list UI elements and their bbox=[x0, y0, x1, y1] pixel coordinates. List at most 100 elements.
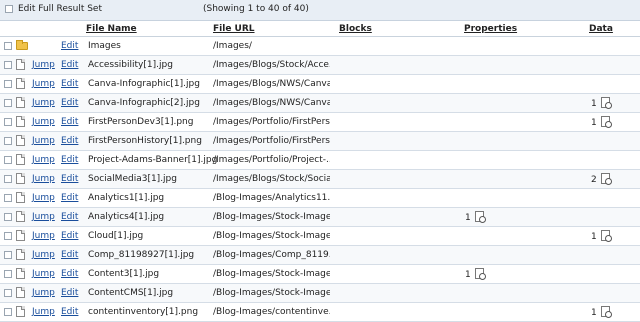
edit-link[interactable]: Edit bbox=[61, 250, 78, 260]
table-row: Jump Edit FirstPersonHistory[1].png/Images… bbox=[0, 132, 640, 151]
edit-link[interactable]: Edit bbox=[61, 60, 78, 70]
table-row: Jump Edit Comp_81198927[1].jpg/Blog-Images… bbox=[0, 246, 640, 265]
file-url: /Images/Blogs/Stock/Acce... bbox=[213, 60, 330, 70]
data-cell: 1 bbox=[591, 230, 612, 242]
jump-link[interactable]: Jump bbox=[32, 288, 55, 298]
data-cell: 1 bbox=[591, 97, 612, 109]
edit-link[interactable]: Edit bbox=[61, 288, 78, 298]
file-url: /Images/Portfolio/FirstPers... bbox=[213, 136, 330, 146]
file-name: Content3[1].jpg bbox=[88, 269, 160, 279]
file-name: Cloud[1].jpg bbox=[88, 231, 144, 241]
jump-link[interactable]: Jump bbox=[32, 174, 55, 184]
edit-link[interactable]: Edit bbox=[61, 136, 78, 146]
properties-cell: 1 bbox=[465, 268, 486, 280]
view-data-icon[interactable] bbox=[600, 230, 612, 242]
file-url: /Blog-Images/Stock-Image... bbox=[213, 269, 330, 279]
edit-link[interactable]: Edit bbox=[61, 193, 78, 203]
row-checkbox[interactable] bbox=[4, 61, 12, 69]
column-header-blocks[interactable]: Blocks bbox=[339, 24, 372, 34]
edit-link[interactable]: Edit bbox=[61, 212, 78, 222]
file-name: contentinventory[1].png bbox=[88, 307, 199, 317]
file-url: /Images/Portfolio/FirstPers... bbox=[213, 117, 330, 127]
file-url: /Blog-Images/Stock-Image... bbox=[213, 212, 330, 222]
table-row: Jump Edit Cloud[1].jpg/Blog-Images/Stock-I… bbox=[0, 227, 640, 246]
jump-link[interactable]: Jump bbox=[32, 79, 55, 89]
column-header-properties[interactable]: Properties bbox=[464, 24, 517, 34]
file-url: /Blog-Images/Analytics11... bbox=[213, 193, 330, 203]
jump-link[interactable]: Jump bbox=[32, 136, 55, 146]
jump-link[interactable]: Jump bbox=[32, 60, 55, 70]
jump-link[interactable]: Jump bbox=[32, 307, 55, 317]
edit-link[interactable]: Edit bbox=[61, 117, 78, 127]
column-header-file-name[interactable]: File Name bbox=[86, 24, 137, 34]
row-checkbox[interactable] bbox=[4, 213, 12, 221]
result-count: (Showing 1 to 40 of 40) bbox=[203, 4, 309, 14]
toolbar: Edit Full Result Set (Showing 1 to 40 of… bbox=[0, 0, 640, 21]
jump-link[interactable]: Jump bbox=[32, 212, 55, 222]
jump-link[interactable]: Jump bbox=[32, 269, 55, 279]
jump-link[interactable]: Jump bbox=[32, 250, 55, 260]
file-url: /Blog-Images/Stock-Image... bbox=[213, 288, 330, 298]
table-row: Jump Edit Canva-Infographic[2].jpg/Images/… bbox=[0, 94, 640, 113]
table-row: Jump Edit Accessibility[1].jpg/Images/Blog… bbox=[0, 56, 640, 75]
column-header-data[interactable]: Data bbox=[589, 24, 613, 34]
properties-cell: 1 bbox=[465, 211, 486, 223]
column-header-file-url[interactable]: File URL bbox=[213, 24, 255, 34]
row-checkbox[interactable] bbox=[4, 156, 12, 164]
edit-full-checkbox[interactable] bbox=[5, 5, 13, 13]
edit-link[interactable]: Edit bbox=[61, 41, 78, 51]
row-checkbox[interactable] bbox=[4, 270, 12, 278]
jump-link[interactable]: Jump bbox=[32, 117, 55, 127]
table-row: Jump Edit Canva-Infographic[1].jpg/Images/… bbox=[0, 75, 640, 94]
jump-link[interactable]: Jump bbox=[32, 155, 55, 165]
properties-count: 1 bbox=[465, 270, 471, 280]
jump-link[interactable]: Jump bbox=[32, 231, 55, 241]
edit-link[interactable]: Edit bbox=[61, 231, 78, 241]
row-checkbox[interactable] bbox=[4, 194, 12, 202]
row-checkbox[interactable] bbox=[4, 137, 12, 145]
row-checkbox[interactable] bbox=[4, 251, 12, 259]
view-properties-icon[interactable] bbox=[474, 268, 486, 280]
jump-link[interactable]: Jump bbox=[32, 98, 55, 108]
file-name: Analytics1[1].jpg bbox=[88, 193, 165, 203]
document-icon bbox=[16, 287, 25, 298]
edit-full-result-set-label[interactable]: Edit Full Result Set bbox=[18, 4, 102, 14]
row-checkbox[interactable] bbox=[4, 175, 12, 183]
row-checkbox[interactable] bbox=[4, 99, 12, 107]
jump-link[interactable]: Jump bbox=[32, 193, 55, 203]
view-data-icon[interactable] bbox=[600, 116, 612, 128]
file-name: Analytics4[1].jpg bbox=[88, 212, 165, 222]
view-data-icon[interactable] bbox=[600, 306, 612, 318]
document-icon bbox=[16, 268, 25, 279]
edit-link[interactable]: Edit bbox=[61, 269, 78, 279]
table-row: Edit Images/Images/ bbox=[0, 37, 640, 56]
edit-link[interactable]: Edit bbox=[61, 307, 78, 317]
row-checkbox[interactable] bbox=[4, 308, 12, 316]
table-row: Jump Edit Project-Adams-Banner[1].jpg/Imag… bbox=[0, 151, 640, 170]
file-name: Project-Adams-Banner[1].jpg bbox=[88, 155, 218, 165]
table-row: Jump Edit Analytics1[1].jpg/Blog-Images/An… bbox=[0, 189, 640, 208]
edit-link[interactable]: Edit bbox=[61, 98, 78, 108]
table-row: Jump Edit SocialMedia3[1].jpg/Images/Blogs… bbox=[0, 170, 640, 189]
data-count: 1 bbox=[591, 99, 597, 109]
row-checkbox[interactable] bbox=[4, 289, 12, 297]
table-row: Jump Edit contentinventory[1].png/Blog-Ima… bbox=[0, 303, 640, 322]
file-name: ContentCMS[1].jpg bbox=[88, 288, 174, 298]
edit-link[interactable]: Edit bbox=[61, 155, 78, 165]
row-checkbox[interactable] bbox=[4, 232, 12, 240]
row-checkbox[interactable] bbox=[4, 118, 12, 126]
edit-link[interactable]: Edit bbox=[61, 79, 78, 89]
view-properties-icon[interactable] bbox=[474, 211, 486, 223]
view-data-icon[interactable] bbox=[600, 173, 612, 185]
edit-link[interactable]: Edit bbox=[61, 174, 78, 184]
document-icon bbox=[16, 173, 25, 184]
document-icon bbox=[16, 59, 25, 70]
data-cell: 1 bbox=[591, 116, 612, 128]
document-icon bbox=[16, 154, 25, 165]
view-data-icon[interactable] bbox=[600, 97, 612, 109]
data-count: 1 bbox=[591, 118, 597, 128]
row-checkbox[interactable] bbox=[4, 80, 12, 88]
document-icon bbox=[16, 192, 25, 203]
row-checkbox[interactable] bbox=[4, 42, 12, 50]
file-url: /Blog-Images/contentinve... bbox=[213, 307, 330, 317]
